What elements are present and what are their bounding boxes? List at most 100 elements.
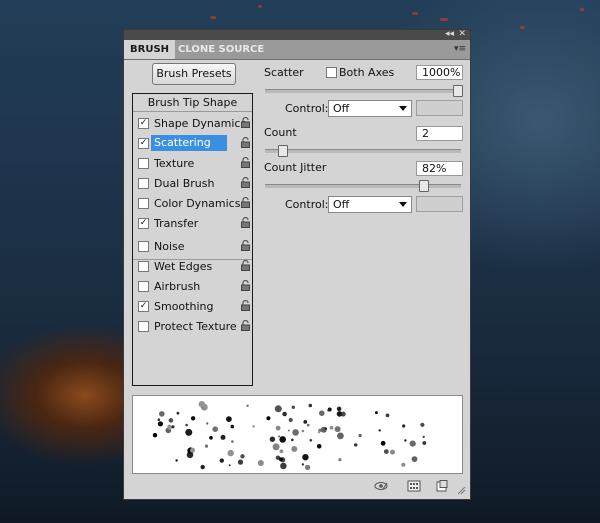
chevron-down-icon	[399, 106, 407, 111]
brush-presets-button[interactable]: Brush Presets	[152, 63, 236, 85]
brush-dot	[185, 428, 193, 436]
option-checkbox[interactable]	[138, 281, 149, 292]
brush-dot	[168, 418, 174, 423]
count-value-field[interactable]: 2	[416, 126, 463, 141]
lock-icon[interactable]	[241, 156, 250, 168]
option-row-smoothing[interactable]: ✓ Smoothing	[138, 298, 252, 315]
option-row-transfer[interactable]: ✓ Transfer	[138, 215, 252, 232]
option-checkbox[interactable]	[138, 198, 149, 209]
option-checkbox[interactable]: ✓	[138, 118, 149, 129]
count-jitter-label: Count Jitter	[264, 161, 327, 174]
panel-footer	[124, 475, 470, 499]
brush-dot	[401, 462, 406, 467]
lock-icon[interactable]	[241, 239, 250, 251]
option-row-shape-dynamics[interactable]: ✓ Shape Dynamics	[138, 115, 252, 132]
brush-tip-shape-item[interactable]: Brush Tip Shape	[133, 96, 252, 109]
create-new-brush-icon[interactable]	[435, 480, 449, 492]
lock-icon[interactable]	[241, 136, 250, 148]
option-checkbox[interactable]: ✓	[138, 138, 149, 149]
option-checkbox[interactable]	[138, 321, 149, 332]
lock-icon[interactable]	[241, 279, 250, 291]
control-dropdown-1[interactable]: Off	[328, 100, 412, 117]
brush-dot	[329, 425, 334, 430]
lock-icon[interactable]	[241, 216, 250, 228]
brush-dot	[278, 457, 284, 462]
both-axes-label: Both Axes	[339, 66, 395, 79]
brush-dot	[220, 434, 226, 440]
brush-dot	[279, 436, 286, 443]
option-checkbox[interactable]	[138, 241, 149, 252]
collapse-icon[interactable]: ◂◂	[445, 28, 454, 40]
lock-icon[interactable]	[241, 299, 250, 311]
brush-dot	[280, 462, 287, 470]
brush-dot	[230, 424, 235, 429]
open-preset-manager-icon[interactable]	[407, 480, 421, 492]
option-checkbox[interactable]: ✓	[138, 301, 149, 312]
scatter-slider-knob[interactable]	[453, 85, 463, 97]
option-checkbox[interactable]: ✓	[138, 218, 149, 229]
brush-dot	[185, 423, 188, 427]
option-label: Airbrush	[154, 280, 201, 293]
count-jitter-value-field[interactable]: 82%	[416, 161, 463, 176]
brush-dot	[422, 435, 425, 438]
option-row-airbrush[interactable]: Airbrush	[138, 278, 252, 295]
brush-dot	[390, 449, 395, 455]
option-checkbox[interactable]	[138, 178, 149, 189]
option-row-dual-brush[interactable]: Dual Brush	[138, 175, 252, 192]
brush-dot	[308, 403, 313, 408]
brush-dot	[380, 440, 386, 446]
brush-dot	[327, 409, 330, 412]
resize-grip-icon[interactable]	[457, 485, 466, 495]
control-1-fade-field	[416, 100, 463, 116]
brush-dot	[277, 435, 281, 438]
control-label-2: Control:	[285, 198, 329, 211]
toggle-live-tip-preview-icon[interactable]	[374, 480, 388, 492]
brush-dot	[304, 464, 311, 471]
lock-icon[interactable]	[241, 196, 250, 208]
tab-brush[interactable]: BRUSH	[124, 40, 176, 59]
panel-menu-icon[interactable]: ▾≡	[454, 44, 466, 54]
lock-icon[interactable]	[241, 319, 250, 331]
option-row-texture[interactable]: Texture	[138, 155, 252, 172]
option-row-noise[interactable]: Noise	[138, 238, 252, 255]
option-checkbox[interactable]	[138, 261, 149, 272]
count-jitter-slider-knob[interactable]	[419, 180, 430, 192]
count-slider[interactable]	[265, 145, 461, 157]
lock-icon[interactable]	[241, 176, 250, 188]
tab-clone-source[interactable]: CLONE SOURCE	[172, 40, 270, 59]
brush-dot	[219, 458, 224, 463]
brush-panel: ◂◂ ✕ BRUSH CLONE SOURCE ▾≡ Brush Presets…	[123, 29, 471, 500]
option-row-wet-edges[interactable]: Wet Edges	[138, 258, 252, 275]
brush-dot	[336, 406, 342, 412]
option-label: Dual Brush	[154, 177, 215, 190]
panel-titlebar[interactable]: ◂◂ ✕	[124, 28, 470, 40]
control-dropdown-2[interactable]: Off	[328, 196, 412, 213]
brush-dot	[292, 429, 299, 436]
scatter-label: Scatter	[264, 66, 304, 79]
option-row-scattering[interactable]: ✓ Scattering	[138, 135, 252, 152]
count-slider-knob[interactable]	[278, 145, 289, 157]
brush-dot	[275, 425, 281, 431]
brush-dot	[282, 411, 287, 417]
option-row-protect-texture[interactable]: Protect Texture	[138, 318, 252, 335]
lock-icon[interactable]	[241, 259, 250, 271]
scatter-slider[interactable]	[265, 85, 463, 97]
count-jitter-slider[interactable]	[265, 180, 461, 192]
both-axes-checkbox[interactable]	[326, 67, 337, 78]
brush-dot	[291, 438, 294, 442]
brush-dot	[157, 421, 163, 427]
brush-dot	[302, 454, 309, 461]
control-label: Control:	[285, 102, 329, 115]
brush-dot	[157, 418, 161, 421]
option-checkbox[interactable]	[138, 158, 149, 169]
brush-dot	[422, 441, 427, 445]
scatter-value-field[interactable]: 1000%	[416, 65, 463, 80]
brush-dot	[303, 420, 308, 424]
brush-dot	[378, 429, 381, 432]
lock-icon[interactable]	[241, 116, 250, 128]
close-icon[interactable]: ✕	[458, 28, 466, 40]
brush-dot	[171, 425, 175, 429]
divider	[133, 111, 252, 112]
option-row-color-dynamics[interactable]: Color Dynamics	[138, 195, 252, 212]
brush-dot	[291, 446, 298, 452]
